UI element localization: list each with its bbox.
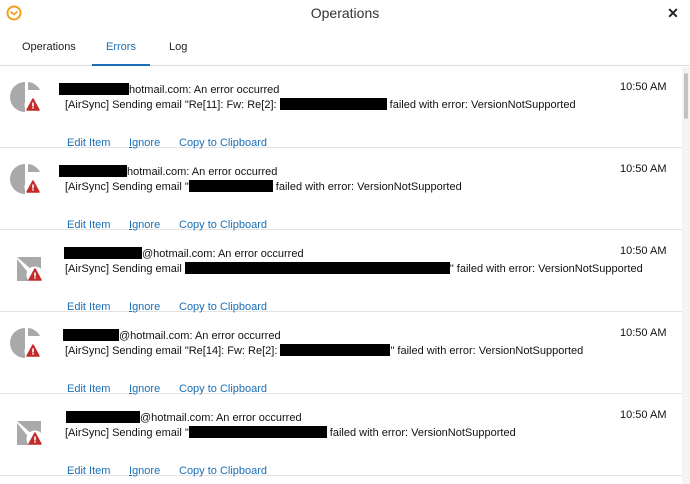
edit-item-link[interactable]: Edit Item (67, 219, 110, 231)
error-badge-icon (26, 266, 43, 284)
ignore-link[interactable]: Ignore (129, 301, 160, 313)
tab-errors[interactable]: Errors (92, 41, 150, 66)
error-time: 10:50 AM (620, 81, 667, 93)
error-time: 10:50 AM (620, 409, 667, 421)
redacted-block (279, 98, 387, 110)
error-badge-icon (24, 342, 42, 360)
contact-avatar-icon (10, 82, 42, 114)
redacted-block (59, 83, 129, 95)
title-bar: Operations ✕ (0, 0, 690, 28)
redacted-block (188, 180, 273, 192)
error-time: 10:50 AM (620, 163, 667, 175)
window-title: Operations (310, 5, 380, 21)
copy-to-clipboard-link[interactable]: Copy to Clipboard (179, 465, 267, 477)
error-detail: [AirSync] Sending email " failed with er… (65, 262, 643, 275)
ignore-link[interactable]: Ignore (129, 137, 160, 149)
error-detail: [AirSync] Sending email "Re[11]: Fw: Re[… (65, 98, 576, 111)
error-item: @hotmail.com: An error occurred [AirSync… (0, 395, 682, 477)
ignore-link[interactable]: Ignore (129, 465, 160, 477)
edit-item-link[interactable]: Edit Item (67, 465, 110, 477)
tab-log[interactable]: Log (169, 41, 187, 66)
contact-avatar-icon (10, 328, 42, 360)
error-detail: [AirSync] Sending email " failed with er… (65, 180, 462, 193)
error-item: hotmail.com: An error occurred [AirSync]… (0, 67, 682, 149)
close-icon[interactable]: ✕ (664, 4, 682, 22)
copy-to-clipboard-link[interactable]: Copy to Clipboard (179, 219, 267, 231)
error-sender: @hotmail.com: An error occurred (66, 411, 302, 424)
error-badge-icon (24, 178, 42, 196)
ignore-link[interactable]: Ignore (129, 383, 160, 395)
error-badge-icon (24, 96, 42, 114)
redacted-block (184, 262, 450, 274)
vertical-scrollbar[interactable] (682, 67, 690, 484)
error-time: 10:50 AM (620, 245, 667, 257)
error-badge-icon (26, 430, 43, 448)
error-list: hotmail.com: An error occurred [AirSync]… (0, 67, 682, 484)
redacted-block (188, 426, 327, 438)
error-sender: @hotmail.com: An error occurred (64, 247, 304, 260)
email-avatar-icon (17, 257, 43, 284)
error-item: @hotmail.com: An error occurred [AirSync… (0, 313, 682, 395)
error-item: @hotmail.com: An error occurred [AirSync… (0, 231, 682, 313)
error-time: 10:50 AM (620, 327, 667, 339)
error-sender: @hotmail.com: An error occurred (63, 329, 281, 342)
edit-item-link[interactable]: Edit Item (67, 383, 110, 395)
copy-to-clipboard-link[interactable]: Copy to Clipboard (179, 301, 267, 313)
scrollbar-thumb[interactable] (684, 73, 688, 119)
redacted-block (66, 411, 140, 423)
redacted-block (280, 344, 391, 356)
ignore-link[interactable]: Ignore (129, 219, 160, 231)
redacted-block (63, 329, 119, 341)
error-detail: [AirSync] Sending email "Re[14]: Fw: Re[… (65, 344, 584, 357)
tab-operations[interactable]: Operations (22, 41, 76, 66)
error-detail: [AirSync] Sending email " failed with er… (65, 426, 516, 439)
copy-to-clipboard-link[interactable]: Copy to Clipboard (179, 137, 267, 149)
contact-avatar-icon (10, 164, 42, 196)
error-item: hotmail.com: An error occurred [AirSync]… (0, 149, 682, 231)
redacted-block (59, 165, 127, 177)
email-avatar-icon (17, 421, 43, 448)
tab-bar: Operations Errors Log (0, 28, 690, 66)
error-sender: hotmail.com: An error occurred (59, 165, 277, 178)
redacted-block (64, 247, 142, 259)
edit-item-link[interactable]: Edit Item (67, 137, 110, 149)
error-sender: hotmail.com: An error occurred (59, 83, 279, 96)
edit-item-link[interactable]: Edit Item (67, 301, 110, 313)
copy-to-clipboard-link[interactable]: Copy to Clipboard (179, 383, 267, 395)
